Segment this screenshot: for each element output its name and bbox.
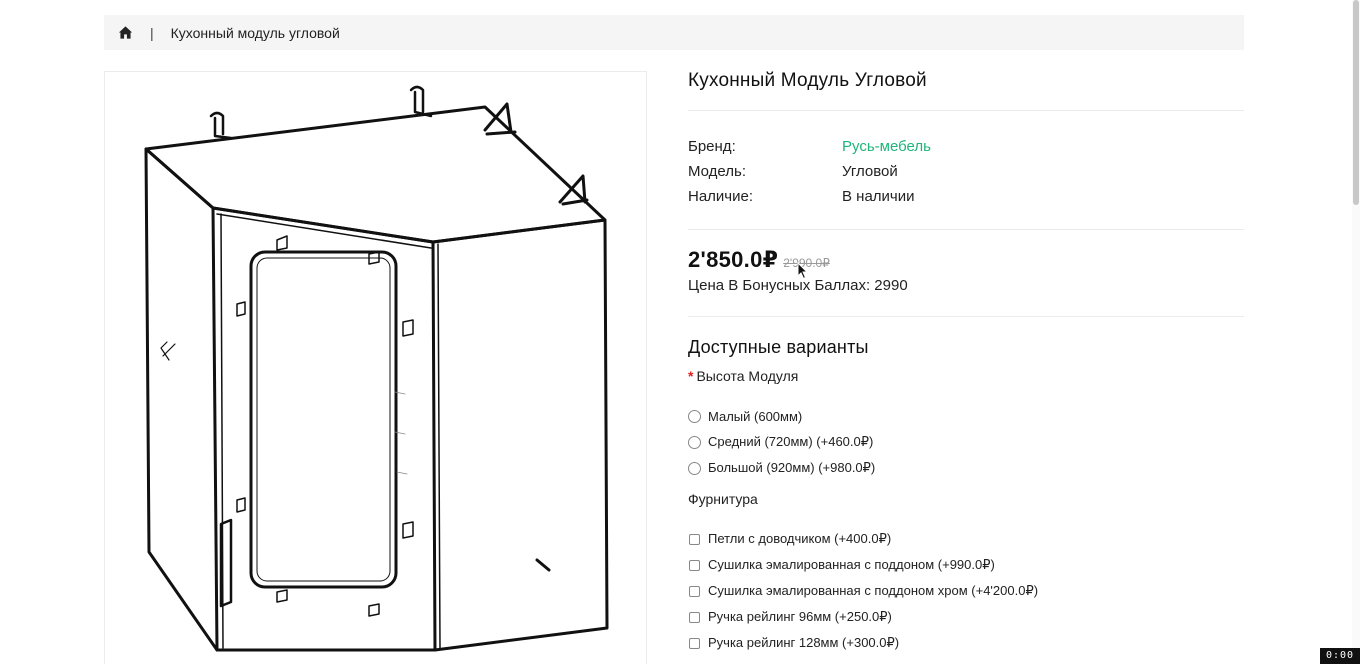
checkbox[interactable] bbox=[689, 611, 700, 623]
hardware-option[interactable]: Сушилка эмалированная с поддоном хром (+… bbox=[688, 578, 1244, 604]
height-option[interactable]: Малый (600мм) bbox=[688, 403, 1244, 429]
options-title: Доступные варианты bbox=[688, 337, 869, 357]
height-group-label: * Высота Модуля bbox=[688, 368, 1244, 384]
bonus-price: Цена В Бонусных Баллах: 2990 bbox=[688, 277, 908, 294]
hardware-option[interactable]: Ручка рейлинг 96мм (+250.0₽) bbox=[688, 604, 1244, 630]
spec-label: Модель: bbox=[688, 163, 747, 180]
spec-row-availability: Наличие: В наличии bbox=[688, 184, 1244, 209]
spec-label: Бренд: bbox=[688, 138, 736, 155]
product-info: Кухонный Модуль Угловой Бренд: Русь-мебе… bbox=[688, 68, 1244, 656]
mouse-cursor-icon bbox=[797, 262, 809, 280]
required-mark: * bbox=[688, 368, 694, 384]
spec-row-model: Модель: Угловой bbox=[688, 159, 1244, 184]
radio-button[interactable] bbox=[688, 409, 701, 423]
spec-label: Наличие: bbox=[688, 188, 754, 205]
option-label: Сушилка эмалированная с поддоном хром (+… bbox=[708, 583, 1039, 598]
option-label: Большой (920мм) (+980.0₽) bbox=[708, 460, 876, 475]
option-label: Малый (600мм) bbox=[708, 408, 803, 424]
height-label: Высота Модуля bbox=[696, 368, 799, 384]
option-label: Средний (720мм) (+460.0₽) bbox=[708, 434, 874, 449]
radio-button[interactable] bbox=[688, 435, 701, 449]
hardware-option[interactable]: Петли с доводчиком (+400.0₽) bbox=[688, 526, 1244, 552]
spec-value: Угловой bbox=[842, 163, 898, 180]
breadcrumb: | Кухонный модуль угловой bbox=[104, 15, 1244, 50]
checkbox[interactable] bbox=[689, 637, 700, 649]
option-label: Ручка рейлинг 96мм (+250.0₽) bbox=[708, 609, 892, 624]
divider bbox=[688, 229, 1244, 230]
product-image[interactable] bbox=[104, 71, 647, 664]
spec-row-brand: Бренд: Русь-мебель bbox=[688, 134, 1244, 159]
price-current: 2'850.0₽ bbox=[688, 247, 779, 272]
option-label: Сушилка эмалированная с поддоном (+990.0… bbox=[708, 557, 995, 572]
breadcrumb-separator: | bbox=[150, 24, 154, 41]
radio-button[interactable] bbox=[688, 461, 701, 475]
hardware-option[interactable]: Ручка рейлинг 128мм (+300.0₽) bbox=[688, 630, 1244, 656]
hardware-options: Петли с доводчиком (+400.0₽) Сушилка эма… bbox=[688, 526, 1244, 656]
price-block: 2'850.0₽ 2'990.0₽ Цена В Бонусных Баллах… bbox=[688, 247, 1244, 294]
height-options: Малый (600мм) Средний (720мм) (+460.0₽) … bbox=[688, 403, 1244, 481]
option-label: Ручка рейлинг 128мм (+300.0₽) bbox=[708, 635, 900, 650]
divider bbox=[688, 110, 1244, 111]
hardware-group-label: Фурнитура bbox=[688, 491, 758, 507]
divider bbox=[688, 316, 1244, 317]
timer-badge: 0:00 bbox=[1320, 648, 1360, 664]
scrollbar-thumb[interactable] bbox=[1353, 0, 1359, 205]
spec-value: В наличии bbox=[842, 188, 915, 205]
product-specs: Бренд: Русь-мебель Модель: Угловой Налич… bbox=[688, 134, 1244, 209]
checkbox[interactable] bbox=[689, 559, 700, 571]
page-scrollbar[interactable] bbox=[1352, 0, 1360, 664]
hardware-option[interactable]: Сушилка эмалированная с поддоном (+990.0… bbox=[688, 552, 1244, 578]
product-title: Кухонный Модуль Угловой bbox=[688, 70, 927, 91]
height-option[interactable]: Большой (920мм) (+980.0₽) bbox=[688, 455, 1244, 481]
home-icon[interactable] bbox=[118, 25, 133, 40]
cabinet-drawing bbox=[144, 85, 609, 652]
checkbox[interactable] bbox=[689, 533, 700, 545]
height-option[interactable]: Средний (720мм) (+460.0₽) bbox=[688, 429, 1244, 455]
price-line: 2'850.0₽ 2'990.0₽ bbox=[688, 247, 1244, 273]
option-label: Петли с доводчиком (+400.0₽) bbox=[708, 531, 892, 546]
breadcrumb-current[interactable]: Кухонный модуль угловой bbox=[171, 25, 340, 41]
brand-link[interactable]: Русь-мебель bbox=[842, 134, 931, 159]
checkbox[interactable] bbox=[689, 585, 700, 597]
